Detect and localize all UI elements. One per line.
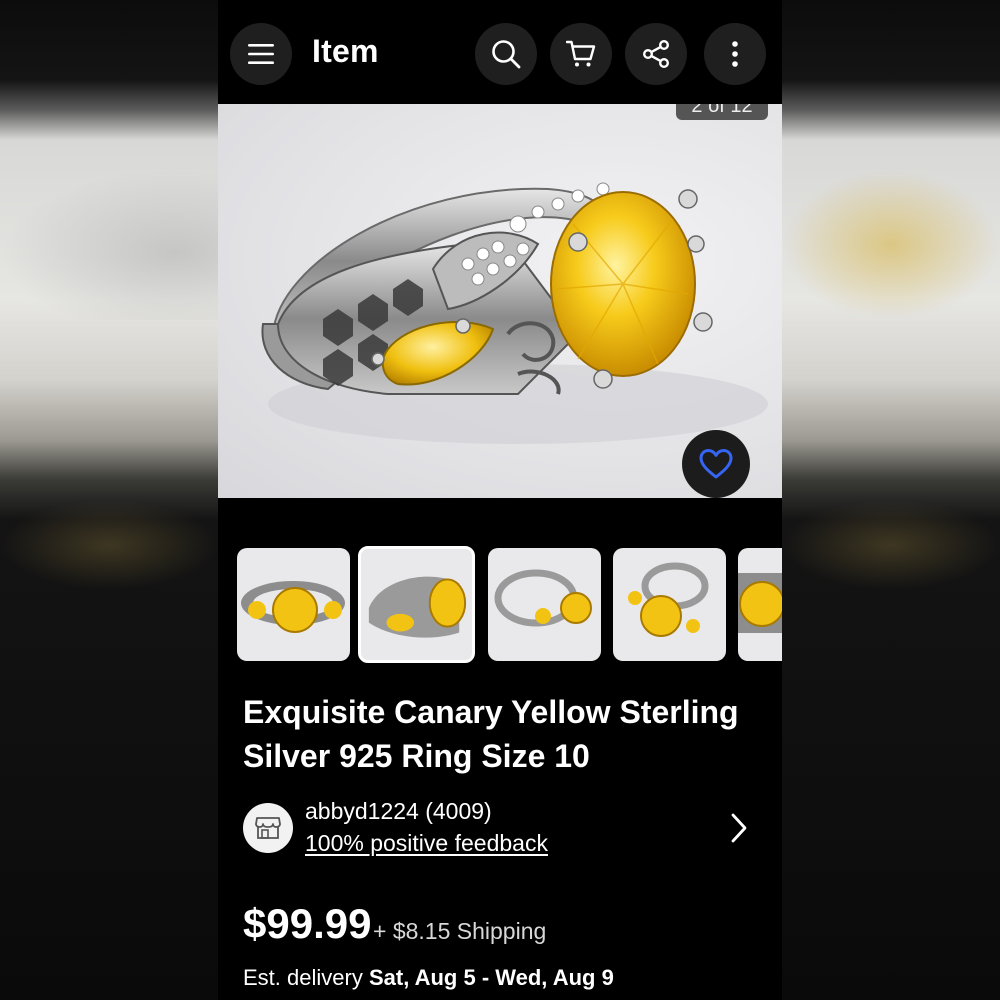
delivery-label: Est. delivery [243, 965, 363, 990]
seller-feedback-link[interactable]: 100% positive feedback [305, 830, 548, 857]
cart-icon [566, 40, 596, 67]
thumbnail-image [628, 562, 709, 637]
item-screen: Item 2 of 12 Exquisite Canary Yellow Ste… [218, 0, 782, 1000]
shipping-cost: + $8.15 Shipping [373, 918, 547, 944]
seller-name[interactable]: abbyd1224 (4009) [305, 798, 492, 825]
delivery-dates: Sat, Aug 5 - Wed, Aug 9 [368, 965, 614, 990]
hamburger-menu-icon [248, 44, 274, 64]
heart-icon [699, 449, 733, 479]
more-options-button[interactable] [704, 23, 766, 85]
share-icon [643, 40, 670, 69]
main-product-image[interactable]: 2 of 12 [218, 104, 782, 498]
thumbnail-image [738, 573, 782, 633]
add-to-watchlist-button[interactable] [682, 430, 750, 498]
thumbnail-3[interactable] [488, 548, 601, 661]
thumbnail-image [241, 581, 345, 633]
estimated-delivery: Est. delivery Sat, Aug 5 - Wed, Aug 9 [243, 965, 614, 991]
share-button[interactable] [625, 23, 687, 85]
search-icon [492, 40, 521, 69]
thumbnail-image [368, 576, 467, 638]
cart-button[interactable] [550, 23, 612, 85]
thumbnail-1[interactable] [237, 548, 350, 661]
more-vertical-icon [732, 41, 738, 67]
thumbnail-strip [218, 498, 782, 678]
seller-details-button[interactable] [724, 810, 754, 846]
blurred-backdrop-right [782, 0, 1000, 1000]
top-app-bar: Item [218, 0, 782, 104]
thumbnail-4[interactable] [613, 548, 726, 661]
search-button[interactable] [475, 23, 537, 85]
seller-avatar[interactable] [243, 803, 293, 853]
image-counter: 2 of 12 [676, 104, 768, 120]
menu-button[interactable] [230, 23, 292, 85]
store-icon [255, 817, 281, 839]
blurred-backdrop-left [0, 0, 218, 1000]
item-price: $99.99 [243, 900, 372, 947]
chevron-right-icon [731, 813, 747, 843]
thumbnail-5[interactable] [738, 548, 782, 661]
page-title: Item [312, 33, 379, 69]
thumbnail-image [494, 569, 592, 627]
thumbnail-2[interactable] [358, 546, 475, 663]
item-title: Exquisite Canary Yellow Sterling Silver … [243, 694, 739, 774]
